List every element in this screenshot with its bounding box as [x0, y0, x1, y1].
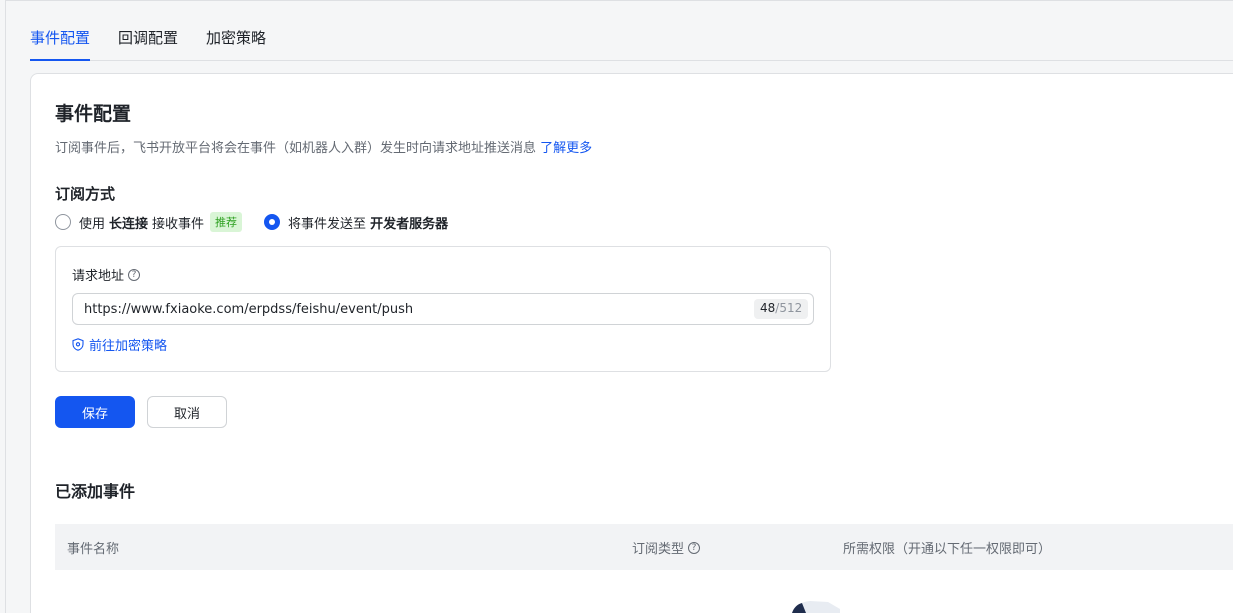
events-table-header: 事件名称 订阅类型 ? 所需权限（开通以下任一权限即可） [55, 524, 1233, 570]
subscription-title: 订阅方式 [55, 185, 116, 203]
request-url-label-text: 请求地址 [72, 269, 125, 284]
encrypt-strategy-link[interactable]: 前往加密策略 [72, 335, 167, 354]
learn-more-link[interactable]: 了解更多 [540, 141, 592, 156]
page-title: 事件配置 [55, 103, 132, 125]
column-header-subscription-type: 订阅类型 ? [632, 538, 701, 557]
recommended-badge: 推荐 [210, 212, 243, 232]
save-button[interactable]: 保存 [55, 396, 135, 428]
radio-long-connection-control[interactable] [55, 214, 71, 230]
radio-long-connection-prefix: 使用 [79, 216, 106, 232]
tab-bar: 事件配置 回调配置 加密策略 [30, 14, 1233, 61]
column-header-permissions: 所需权限（开通以下任一权限即可） [843, 538, 1051, 557]
encrypt-strategy-link-text: 前往加密策略 [89, 339, 168, 354]
shield-icon [72, 338, 84, 351]
char-count-max: /512 [775, 301, 803, 315]
question-circle-icon[interactable]: ? [128, 268, 141, 281]
page: 事件配置 回调配置 加密策略 事件配置 订阅事件后，飞书开放平台将会在事件（如机… [0, 0, 1233, 613]
section-description: 订阅事件后，飞书开放平台将会在事件（如机器人入群）发生时向请求地址推送消息 了解… [55, 137, 592, 156]
radio-long-connection-suffix: 接收事件 [152, 216, 205, 232]
added-events-title: 已添加事件 [55, 482, 136, 501]
tab-event-config[interactable]: 事件配置 [30, 14, 91, 61]
request-url-input[interactable] [72, 293, 814, 325]
radio-developer-server[interactable]: 将事件发送至 开发者服务器 [264, 213, 452, 232]
column-header-subscription-type-text: 订阅类型 [632, 542, 685, 557]
column-header-event-name: 事件名称 [67, 538, 119, 557]
cancel-button[interactable]: 取消 [147, 396, 227, 428]
request-url-label: 请求地址 ? [72, 265, 141, 284]
column-header-event-name-text: 事件名称 [67, 542, 120, 557]
tab-callback-config[interactable]: 回调配置 [118, 14, 178, 60]
radio-developer-server-bold: 开发者服务器 [370, 216, 449, 232]
description-text: 订阅事件后，飞书开放平台将会在事件（如机器人入群）发生时向请求地址推送消息 [55, 141, 537, 156]
column-header-permissions-text: 所需权限（开通以下任一权限即可） [843, 542, 1052, 557]
empty-state-illustration [792, 601, 840, 613]
char-count-current: 48 [760, 301, 776, 315]
radio-long-connection[interactable]: 使用 长连接 接收事件 推荐 [55, 212, 243, 232]
radio-developer-server-control[interactable] [264, 214, 281, 230]
question-circle-icon[interactable]: ? [688, 541, 701, 554]
subscription-radio-group: 使用 长连接 接收事件 推荐 将事件发送至 开发者服务器 [55, 212, 474, 232]
radio-developer-server-prefix: 将事件发送至 [288, 216, 367, 232]
tab-encryption-strategy[interactable]: 加密策略 [206, 14, 266, 60]
char-counter: 48/512 [754, 299, 809, 319]
radio-long-connection-bold: 长连接 [109, 216, 149, 232]
